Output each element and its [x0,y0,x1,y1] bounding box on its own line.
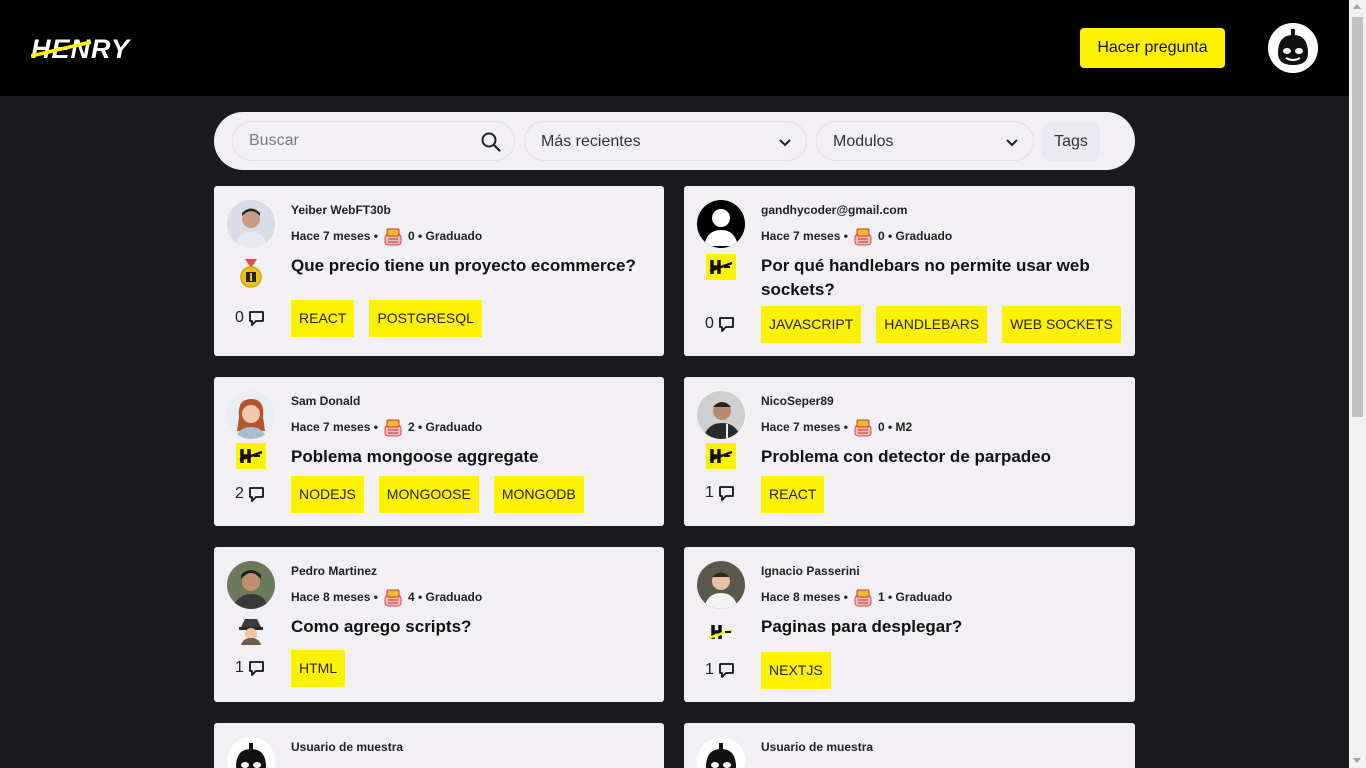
chevron-down-icon [1006,139,1018,147]
author-avatar[interactable] [227,561,275,609]
tag-list: NEXTJS [761,652,831,689]
comment-icon [248,660,265,676]
comment-icon [248,310,265,326]
points-icon [852,226,874,246]
author-avatar[interactable] [227,200,275,248]
points-icon [382,587,404,607]
comment-count[interactable]: 0 [705,315,735,333]
medal-icon [240,259,262,288]
comment-count[interactable]: 1 [235,659,265,677]
question-card[interactable]: 0 Yeiber WebFT30b Hace 7 meses • 0 • Grad… [214,186,664,356]
author-name[interactable]: Ignacio Passerini [761,564,860,578]
author-name[interactable]: Sam Donald [291,394,360,408]
author-name[interactable]: NicoSeper89 [761,394,834,408]
question-card[interactable]: 2 Sam Donald Hace 7 meses • 2 • Graduado … [214,377,664,526]
search-box[interactable] [232,121,515,161]
post-meta: Hace 7 meses • 0 • Graduado [761,226,952,246]
filter-bar: Más recientes Modulos Tags [214,112,1135,170]
post-meta: Hace 8 meses • 4 • Graduado [291,587,482,607]
author-avatar[interactable] [697,737,745,768]
author-name[interactable]: gandhycoder@gmail.com [761,203,907,217]
comment-count[interactable]: 2 [235,485,265,503]
search-icon[interactable] [481,132,501,152]
tag[interactable]: JAVASCRIPT [761,306,862,343]
post-meta: Hace 7 meses • 2 • Graduado [291,417,482,437]
author-avatar[interactable] [227,737,275,768]
comment-count[interactable]: 1 [705,661,735,679]
tag-list: REACT [761,476,825,513]
sort-select-value: Más recientes [541,133,641,150]
chevron-down-icon [779,139,791,147]
author-name[interactable]: Yeiber WebFT30b [291,203,391,217]
tag[interactable]: REACT [761,476,825,513]
search-input[interactable] [249,132,469,150]
henry-logo[interactable]: HENRY [31,34,153,62]
author-avatar[interactable] [227,391,275,439]
comment-icon [718,316,735,332]
tag[interactable]: HTML [291,650,346,687]
tag-list: REACT POSTGRESQL [291,300,482,337]
tag[interactable]: NEXTJS [761,652,831,689]
author-avatar[interactable] [697,200,745,248]
points-icon [852,587,874,607]
author-avatar[interactable] [697,391,745,439]
post-meta: Hace 7 meses • 0 • Graduado [291,226,482,246]
question-card[interactable]: Usuario de muestra [214,723,664,768]
question-title[interactable]: Como agrego scripts? [291,615,636,639]
question-card[interactable]: Usuario de muestra [684,723,1135,768]
tag[interactable]: MONGOOSE [378,476,479,513]
comment-icon [248,486,265,502]
question-title[interactable]: Paginas para desplegar? [761,615,1106,639]
tag[interactable]: HANDLEBARS [876,306,988,343]
comment-count[interactable]: 1 [705,484,735,502]
henry-badge-icon [706,252,736,282]
top-header: HENRY Hacer pregunta [0,0,1349,96]
tags-button[interactable]: Tags [1042,123,1100,161]
tag-list: NODEJS MONGOOSE MONGODB [291,476,584,513]
question-title[interactable]: Que precio tiene un proyecto ecommerce? [291,254,636,278]
question-title[interactable]: Por qué handlebars no permite usar web s… [761,254,1106,302]
points-icon [852,417,874,437]
question-card[interactable]: 0 gandhycoder@gmail.com Hace 7 meses • 0 … [684,186,1135,356]
post-meta: Hace 7 meses • 0 • M2 [761,417,912,437]
comment-icon [718,662,735,678]
points-icon [382,226,404,246]
points-icon [382,417,404,437]
henry-small-icon [708,625,733,640]
scroll-thumb[interactable] [1352,17,1363,417]
question-card[interactable]: 1 Pedro Martinez Hace 8 meses • 4 • Gradu… [214,547,664,702]
tag[interactable]: WEB SOCKETS [1002,306,1121,343]
author-name[interactable]: Usuario de muestra [761,740,873,754]
tag[interactable]: POSTGRESQL [369,300,482,337]
comment-count[interactable]: 0 [235,309,265,327]
tag[interactable]: NODEJS [291,476,364,513]
henry-badge-icon [706,441,736,471]
user-avatar[interactable] [1268,23,1318,73]
tag[interactable]: REACT [291,300,355,337]
ask-question-button[interactable]: Hacer pregunta [1080,28,1225,68]
module-select[interactable]: Modulos [816,121,1034,161]
scroll-up-icon[interactable] [1353,4,1361,9]
sort-select[interactable]: Más recientes [524,121,807,161]
author-name[interactable]: Usuario de muestra [291,740,403,754]
question-card[interactable]: 1 Ignacio Passerini Hace 8 meses • 1 • Gr… [684,547,1135,702]
author-avatar[interactable] [697,561,745,609]
page-scrollbar[interactable] [1349,0,1366,768]
detective-icon [239,619,263,645]
henry-badge-icon [236,441,266,471]
comment-icon [718,485,735,501]
post-meta: Hace 8 meses • 1 • Graduado [761,587,952,607]
question-card[interactable]: 1 NicoSeper89 Hace 7 meses • 0 • M2 Probl… [684,377,1135,526]
logo-text: HENRY [31,34,132,62]
tag[interactable]: MONGODB [493,476,584,513]
scroll-down-icon[interactable] [1353,758,1361,763]
question-title[interactable]: Poblema mongoose aggregate [291,445,636,469]
module-select-value: Modulos [833,133,894,150]
tag-list: JAVASCRIPT HANDLEBARS WEB SOCKETS [761,306,1121,343]
tag-list: HTML [291,650,346,687]
question-title[interactable]: Problema con detector de parpadeo [761,445,1106,469]
author-name[interactable]: Pedro Martinez [291,564,377,578]
